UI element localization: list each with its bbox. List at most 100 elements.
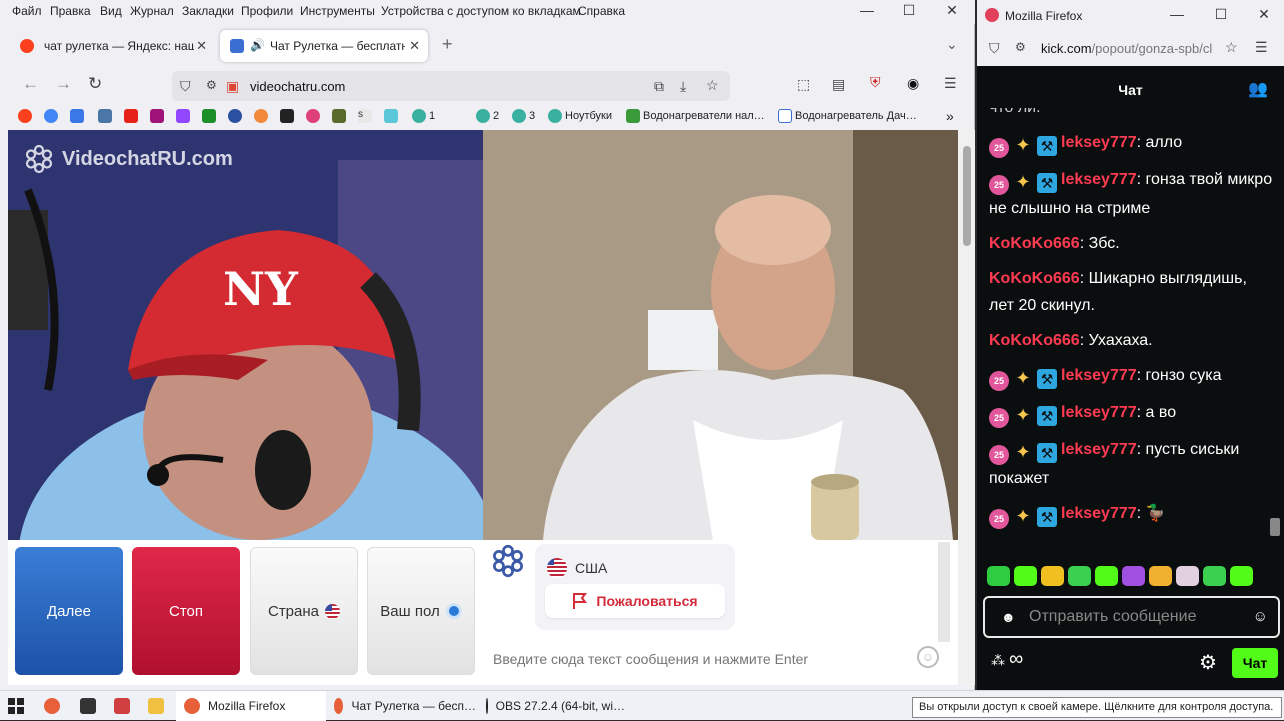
picture-in-picture-icon[interactable]: ⧉ (654, 78, 664, 95)
ublock-icon[interactable]: ⛨ (870, 74, 881, 91)
share-icon[interactable]: ⁂ (991, 652, 1005, 669)
bookmark-folder-3[interactable]: 3 (512, 108, 535, 124)
speaker-icon[interactable]: 🔊 (250, 38, 265, 52)
chat-scrollbar-thumb[interactable] (1270, 518, 1280, 536)
taskbar-app-pinned[interactable] (80, 691, 96, 721)
close-tab-icon[interactable]: ✕ (196, 38, 207, 54)
close-tab-icon[interactable]: ✕ (409, 38, 420, 54)
users-icon[interactable]: 👥 (1248, 72, 1268, 108)
bookmark-folder-2[interactable]: 2 (476, 108, 499, 124)
permissions-icon[interactable]: ⚙ (1015, 40, 1026, 54)
new-tab-icon[interactable]: + (442, 34, 453, 55)
menu-view[interactable]: Вид (100, 4, 122, 18)
bookmark-laptops[interactable]: Ноутбуки (548, 108, 612, 124)
emoji-icon[interactable]: ☺ (917, 646, 939, 668)
username[interactable]: KoKoKo666 (989, 270, 1080, 287)
menu-bookmarks[interactable]: Закладки (182, 4, 234, 18)
gender-button[interactable]: Ваш пол (367, 547, 475, 675)
username[interactable]: leksey777 (1061, 505, 1137, 522)
bookmark-site-icon[interactable] (150, 108, 164, 124)
taskbar-firefox-pinned[interactable] (44, 691, 60, 721)
bookmark-water-heaters[interactable]: Водонагреватели нал… (626, 108, 765, 124)
emote-icon[interactable] (1041, 566, 1064, 586)
emote-picker-icon[interactable]: ☻ (1001, 609, 1016, 625)
menu-hamburger-icon[interactable]: ☰ (1255, 39, 1268, 56)
url-bar[interactable]: ⛉ ⚙ kick.com/popout/gonza-spb/cl ☆ ☰ (977, 30, 1284, 66)
emote-icon[interactable] (1068, 566, 1091, 586)
menu-hamburger-icon[interactable]: ☰ (944, 75, 957, 92)
bookmark-twitch-icon[interactable] (176, 108, 190, 124)
minimize-icon[interactable]: — (852, 2, 882, 18)
taskbar-item-obs[interactable]: OBS 27.2.4 (64-bit, wi… (480, 691, 625, 721)
username[interactable]: leksey777 (1061, 441, 1137, 458)
username[interactable]: KoKoKo666 (989, 332, 1080, 349)
bookmark-folder-1[interactable]: 1 (412, 108, 435, 124)
menu-edit[interactable]: Правка (50, 4, 91, 18)
close-icon[interactable]: ✕ (937, 2, 967, 19)
username[interactable]: leksey777 (1061, 367, 1137, 384)
menu-help[interactable]: Справка (578, 4, 625, 18)
taskbar-app2-pinned[interactable] (114, 691, 130, 721)
scrollbar-thumb[interactable] (963, 146, 971, 246)
bookmark-site5-icon[interactable] (306, 108, 320, 124)
bookmark-site6-icon[interactable] (332, 108, 346, 124)
bookmark-vk-icon[interactable] (98, 108, 112, 124)
emote-icon[interactable] (1014, 566, 1037, 586)
permissions-icon[interactable]: ⚙ (206, 78, 217, 92)
url-bar[interactable]: ⛉ ⚙ ▣ videochatru.com ⧉ ⤓ ☆ (172, 71, 730, 101)
bookmark-youtube-icon[interactable] (124, 108, 138, 124)
bookmark-yandex-icon[interactable] (18, 108, 32, 124)
bookmark-site3-icon[interactable] (254, 108, 268, 124)
menu-profiles[interactable]: Профили (241, 4, 293, 18)
back-icon[interactable]: ← (22, 74, 39, 94)
tab-videochat[interactable]: Чат Рулетка — бесплатный 🔊 ✕ (220, 30, 428, 62)
country-button[interactable]: Страна (250, 547, 358, 675)
menu-file[interactable]: Файл (12, 4, 42, 18)
bookmark-star-icon[interactable]: ☆ (1225, 39, 1238, 56)
start-button[interactable] (8, 691, 24, 721)
bookmark-site4-icon[interactable] (280, 108, 294, 124)
next-button[interactable]: Далее (15, 547, 123, 675)
username[interactable]: leksey777 (1061, 134, 1137, 151)
maximize-icon[interactable]: ☐ (894, 2, 924, 19)
tab-yandex[interactable]: чат рулетка — Яндекс: нашло ✕ (10, 30, 215, 62)
menu-history[interactable]: Журнал (130, 4, 174, 18)
menu-synced-tabs[interactable]: Устройства с доступом ко вкладкам (381, 4, 581, 18)
save-page-icon[interactable]: ⤓ (680, 78, 686, 95)
shield-icon[interactable]: ⛉ (180, 78, 191, 95)
bookmark-google-icon[interactable] (44, 108, 58, 124)
username[interactable]: KoKoKo666 (989, 235, 1080, 252)
emote-icon[interactable] (1122, 566, 1145, 586)
emote-icon[interactable] (1176, 566, 1199, 586)
list-tabs-icon[interactable]: ⌄ (946, 36, 958, 53)
media-icon[interactable]: ◉ (907, 75, 919, 92)
username[interactable]: leksey777 (1061, 171, 1137, 188)
forward-icon[interactable]: → (55, 74, 72, 94)
settings-gear-icon[interactable]: ⚙ (1199, 650, 1217, 675)
camera-icon[interactable]: ▣ (226, 78, 239, 95)
stop-button[interactable]: Стоп (132, 547, 240, 675)
username[interactable]: leksey777 (1061, 404, 1137, 421)
emote-icon[interactable] (987, 566, 1010, 586)
bookmark-site7-icon[interactable]: s (358, 108, 372, 124)
shield-icon[interactable]: ⛉ (989, 40, 1000, 57)
bookmark-translate-icon[interactable] (70, 108, 84, 124)
reader-icon[interactable]: ▤ (832, 76, 845, 93)
message-input[interactable] (493, 648, 913, 670)
reload-icon[interactable]: ↻ (88, 74, 102, 94)
bookmark-water-heater-dacha[interactable]: Водонагреватель Дач… (778, 108, 917, 124)
more-bookmarks-icon[interactable]: » (946, 108, 954, 124)
chat-scrollbar[interactable] (938, 542, 950, 642)
bookmark-site8-icon[interactable] (384, 108, 398, 124)
send-chat-button[interactable]: Чат (1232, 648, 1278, 678)
bookmark-kick-icon[interactable] (202, 108, 216, 124)
taskbar-item-videochat[interactable]: Чат Рулетка — бесп… (328, 691, 476, 721)
emote-icon[interactable] (1095, 566, 1118, 586)
emote-icon[interactable] (1230, 566, 1253, 586)
emote-icon[interactable] (1203, 566, 1226, 586)
report-button[interactable]: Пожаловаться (545, 584, 725, 618)
maximize-icon[interactable]: ☐ (1206, 6, 1236, 23)
emoji-icon[interactable]: ☺ (1253, 608, 1268, 625)
extensions-icon[interactable]: ⬚ (797, 76, 810, 93)
close-icon[interactable]: ✕ (1249, 6, 1279, 23)
